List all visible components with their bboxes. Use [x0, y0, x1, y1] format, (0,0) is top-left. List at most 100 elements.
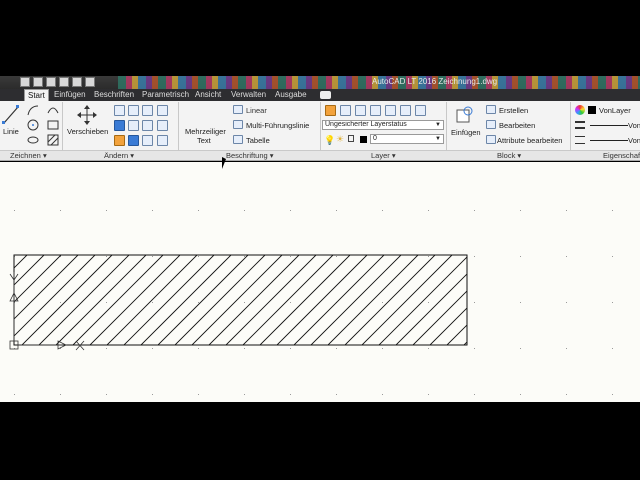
tab-beschriften[interactable]: Beschriften — [91, 89, 137, 101]
create-block-icon[interactable] — [486, 105, 496, 114]
hatch-line — [344, 255, 436, 345]
panel-title-eigenschaften[interactable]: Eigenschaft — [603, 151, 640, 161]
explode-icon[interactable] — [157, 105, 168, 116]
hatch-line — [276, 255, 368, 345]
ribbon-minimize-icon[interactable] — [320, 91, 331, 99]
quick-access-toolbar — [20, 77, 95, 88]
hatch-line — [106, 255, 198, 345]
lock-icon[interactable] — [348, 135, 354, 142]
tab-start[interactable]: Start — [24, 89, 49, 101]
rectangle-icon[interactable] — [47, 119, 59, 131]
hatch-line — [549, 255, 639, 345]
layer-freeze-icon[interactable] — [385, 105, 396, 116]
hatch-line — [532, 255, 622, 345]
linear-dimension-label[interactable]: Linear — [246, 106, 267, 115]
edit-block-icon[interactable] — [486, 120, 496, 129]
redo-icon[interactable] — [85, 77, 95, 87]
hatch-line — [412, 290, 467, 345]
hatch-line — [72, 255, 164, 345]
trim-icon[interactable] — [128, 105, 139, 116]
tab-parametrisch[interactable]: Parametrisch — [139, 89, 192, 101]
hatch-line — [481, 255, 571, 345]
print-icon[interactable] — [59, 77, 69, 87]
edit-attributes-label[interactable]: Attribute bearbeiten — [497, 136, 562, 145]
hatch-line — [157, 255, 249, 345]
new-icon[interactable] — [20, 77, 30, 87]
arc-icon[interactable] — [47, 104, 59, 116]
layer-isolate-icon[interactable] — [370, 105, 381, 116]
linetype-value[interactable]: Von — [628, 136, 640, 145]
circle-icon[interactable] — [27, 119, 39, 131]
hatch-line — [14, 255, 79, 320]
panel-title-zeichnen[interactable]: Zeichnen ▾ — [10, 151, 47, 161]
sun-icon[interactable]: ☀ — [336, 134, 344, 145]
linear-dimension-icon[interactable] — [233, 105, 243, 114]
panel-title-block[interactable]: Block ▾ — [497, 151, 521, 161]
hatch-line — [38, 255, 130, 345]
linetype-icon[interactable] — [575, 136, 585, 144]
color-value[interactable]: VonLayer — [599, 106, 631, 115]
break-icon[interactable] — [157, 135, 168, 146]
create-block-label[interactable]: Erstellen — [499, 106, 528, 115]
layer-color-swatch[interactable] — [360, 136, 367, 143]
hatch-line — [361, 255, 453, 345]
layer-match-icon[interactable] — [415, 105, 426, 116]
copy-icon[interactable] — [114, 120, 125, 131]
open-icon[interactable] — [33, 77, 43, 87]
insert-block-icon[interactable] — [453, 104, 475, 126]
drawing-canvas[interactable] — [0, 162, 640, 402]
mirror-icon[interactable] — [128, 120, 139, 131]
hatch-line — [293, 255, 385, 345]
tab-ansicht[interactable]: Ansicht — [192, 89, 224, 101]
layer-off-icon[interactable] — [355, 105, 366, 116]
scale-icon[interactable] — [128, 135, 139, 146]
panel-title-layer[interactable]: Layer ▾ — [371, 151, 396, 161]
color-swatch[interactable] — [588, 106, 596, 114]
lineweight-icon[interactable] — [575, 121, 585, 129]
layer-properties-icon[interactable] — [325, 105, 336, 116]
title-bar: AutoCAD LT 2016 Zeichnung1.dwg — [0, 76, 640, 89]
panel-title-beschriftung-label: Beschriftung — [226, 151, 268, 160]
erase-icon[interactable] — [142, 105, 153, 116]
polyline-icon[interactable] — [27, 104, 39, 116]
ellipse-icon[interactable] — [27, 134, 39, 146]
offset-icon[interactable] — [157, 120, 168, 131]
table-label[interactable]: Tabelle — [246, 136, 270, 145]
undo-icon[interactable] — [72, 77, 82, 87]
lineweight-value[interactable]: Von — [628, 121, 640, 130]
tab-ausgabe[interactable]: Ausgabe — [272, 89, 310, 101]
hatch-line — [310, 255, 402, 345]
multileader-icon[interactable] — [233, 120, 243, 129]
panel-title-aendern[interactable]: Ändern ▾ — [104, 151, 134, 161]
hatch-line — [174, 255, 266, 345]
layer-state-dropdown[interactable]: Ungesicherter Layerstatus ▼ — [322, 120, 444, 130]
stretch-icon[interactable] — [114, 135, 125, 146]
tab-einfuegen[interactable]: Einfügen — [51, 89, 89, 101]
hatch-line — [395, 273, 467, 345]
fillet-icon[interactable] — [142, 120, 153, 131]
multileader-label[interactable]: Multi-Führungslinie — [246, 121, 309, 130]
lightbulb-icon[interactable]: 💡 — [324, 135, 335, 146]
tab-verwalten[interactable]: Verwalten — [228, 89, 269, 101]
rotate-icon[interactable] — [114, 105, 125, 116]
layer-state-icon[interactable] — [340, 105, 351, 116]
layer-dropdown[interactable]: 0 ▼ — [370, 134, 444, 144]
array-icon[interactable] — [142, 135, 153, 146]
hatch-line — [378, 256, 467, 345]
layer-lock-icon[interactable] — [400, 105, 411, 116]
hatch-line — [463, 341, 467, 345]
hatch-icon[interactable] — [47, 134, 59, 146]
chevron-down-icon: ▼ — [435, 122, 441, 128]
insert-block-label: Einfügen — [451, 128, 481, 137]
edit-attributes-icon[interactable] — [486, 135, 496, 144]
line-tool-icon[interactable] — [2, 105, 20, 125]
panel-title-beschriftung[interactable]: Beschriftung ▾ — [226, 151, 274, 161]
hatch-line — [21, 255, 113, 345]
save-icon[interactable] — [46, 77, 56, 87]
current-layer-value: 0 — [373, 135, 377, 142]
edit-block-label[interactable]: Bearbeiten — [499, 121, 535, 130]
color-wheel-icon[interactable] — [575, 105, 585, 115]
move-icon[interactable] — [77, 105, 97, 125]
table-icon[interactable] — [233, 135, 243, 144]
panel-title-layer-label: Layer — [371, 151, 390, 160]
